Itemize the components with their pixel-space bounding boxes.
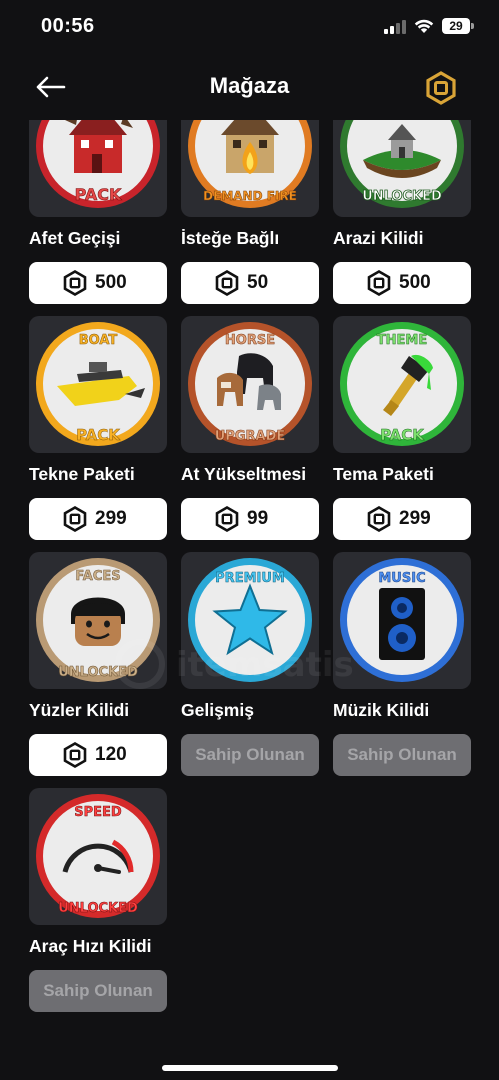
buy-button[interactable]: 299 (333, 498, 471, 540)
item-name: Afet Geçişi (29, 228, 121, 248)
buy-button[interactable]: 500 (29, 262, 167, 304)
buy-button[interactable]: 50 (181, 262, 319, 304)
item-thumbnail: THEME PACK (333, 316, 471, 453)
buy-button[interactable]: 299 (29, 498, 167, 540)
price-label: 299 (399, 508, 431, 529)
premium-star-badge-icon: PREMIUM (188, 558, 312, 682)
price-label: 299 (95, 508, 127, 529)
item-name: Müzik Kilidi (333, 700, 430, 720)
header: Mağaza (0, 56, 499, 120)
item-thumbnail: BOAT PACK (29, 316, 167, 453)
robux-icon (367, 270, 391, 296)
theme-pack-badge-icon: THEME PACK (340, 322, 464, 446)
badge-bottom-text: PACK (380, 426, 425, 444)
disaster-pack-badge-icon: PACK (36, 120, 160, 208)
badge-top-text: MUSIC (378, 571, 425, 586)
item-name: At Yükseltmesi (181, 464, 307, 484)
robux-icon (215, 270, 239, 296)
badge-bottom-text: UNLOCKED (58, 901, 138, 916)
badge-bottom-text: UNLOCKED (58, 665, 138, 680)
demand-fire-badge-icon: DEMAND FIRE (188, 120, 312, 208)
owned-button: Sahip Olunan (29, 970, 167, 1012)
robux-icon (367, 506, 391, 532)
badge-top-text: THEME (377, 333, 427, 348)
item-thumbnail: DEMAND FIRE (181, 120, 319, 217)
robux-icon (63, 506, 87, 532)
robux-icon[interactable] (424, 71, 458, 105)
horse-upgrade-badge-icon: HORSE UPGRADE (188, 322, 312, 446)
item-name: Gelişmiş (181, 700, 254, 720)
screen: { "status_bar": { "time": "00:56", "batt… (0, 0, 499, 1080)
battery-level: 29 (442, 18, 470, 34)
price-label: 50 (247, 272, 269, 293)
item-thumbnail: SPEED UNLOCKED (29, 788, 167, 925)
owned-button: Sahip Olunan (181, 734, 319, 776)
badge-bottom-text: DEMAND FIRE (203, 189, 297, 203)
badge-top-text: BOAT (79, 333, 118, 348)
price-label: 500 (95, 272, 127, 293)
item-name: Tekne Paketi (29, 464, 135, 484)
item-name: İsteğe Bağlı (181, 228, 280, 248)
badge-bottom-text: UPGRADE (215, 429, 286, 444)
badge-top-text: FACES (75, 569, 120, 584)
item-thumbnail: PACK (29, 120, 167, 217)
price-label: 99 (247, 508, 269, 529)
store-grid: PACK Afet Geçişi 500 DEMAND FIRE İsteğe … (0, 120, 499, 1060)
boat-pack-badge-icon: BOAT PACK (36, 322, 160, 446)
badge-bottom-text: UNLOCKED (362, 189, 442, 204)
robux-icon (63, 270, 87, 296)
item-thumbnail: MUSIC (333, 552, 471, 689)
price-label: 500 (399, 272, 431, 293)
price-label: 120 (95, 744, 127, 765)
robux-icon (215, 506, 239, 532)
buy-button[interactable]: 99 (181, 498, 319, 540)
cellular-signal-icon (384, 20, 406, 34)
item-name: Araç Hızı Kilidi (29, 936, 152, 956)
wifi-icon (414, 19, 434, 33)
item-name: Tema Paketi (333, 464, 434, 484)
buy-button[interactable]: 500 (333, 262, 471, 304)
badge-bottom-text: PACK (75, 185, 122, 204)
battery-cap (471, 23, 474, 29)
item-thumbnail: FACES UNLOCKED (29, 552, 167, 689)
badge-top-text: SPEED (74, 805, 122, 820)
badge-bottom-text: PACK (76, 426, 121, 444)
status-bar: 00:56 29 (0, 0, 499, 56)
battery-icon: 29 (442, 18, 474, 34)
item-thumbnail: HORSE UPGRADE (181, 316, 319, 453)
speed-unlocked-badge-icon: SPEED UNLOCKED (36, 794, 160, 918)
land-unlocked-badge-icon: UNLOCKED (340, 120, 464, 208)
home-indicator[interactable] (162, 1065, 338, 1071)
robux-icon (63, 742, 87, 768)
item-name: Arazi Kilidi (333, 228, 424, 248)
item-name: Yüzler Kilidi (29, 700, 130, 720)
item-thumbnail: PREMIUM (181, 552, 319, 689)
music-speaker-badge-icon: MUSIC (340, 558, 464, 682)
item-thumbnail: UNLOCKED (333, 120, 471, 217)
owned-button: Sahip Olunan (333, 734, 471, 776)
buy-button[interactable]: 120 (29, 734, 167, 776)
faces-unlocked-badge-icon: FACES UNLOCKED (36, 558, 160, 682)
badge-top-text: HORSE (225, 333, 275, 348)
status-time: 00:56 (41, 15, 95, 37)
